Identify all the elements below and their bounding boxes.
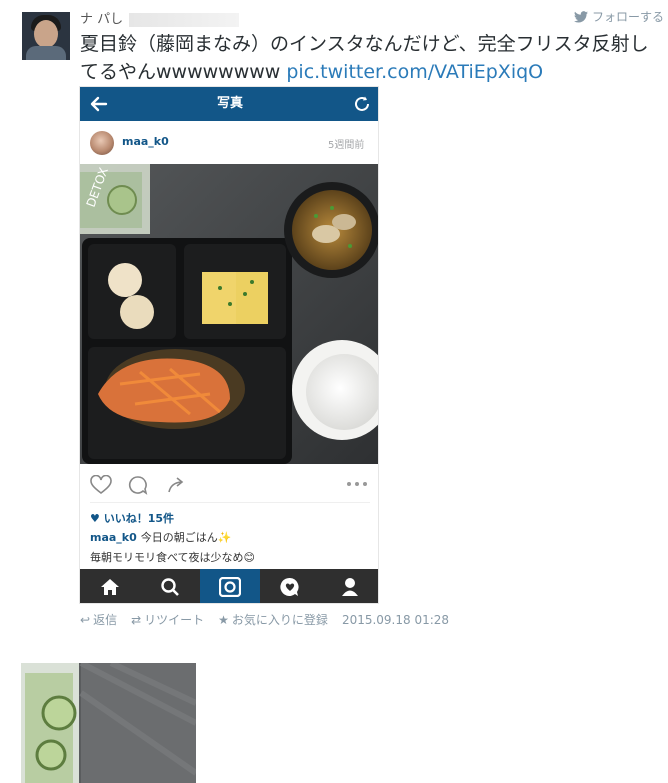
camera-icon: [219, 577, 241, 597]
refresh-icon[interactable]: [352, 94, 372, 114]
timestamp-text: 2015.09.18 01:28: [341, 612, 450, 627]
search-icon: [161, 578, 179, 596]
retweet-icon: ⇄: [131, 612, 142, 627]
post-time: 5週間前: [328, 140, 365, 151]
caption-username[interactable]: maa_k0: [90, 531, 137, 544]
caption-text: 今日の朝ごはん✨: [140, 531, 232, 544]
activity-icon: [280, 577, 299, 596]
profile-icon: [342, 578, 358, 596]
breakfast-photo: DETOX: [80, 164, 378, 464]
retweet-button[interactable]: ⇄ リツイート: [131, 611, 204, 628]
post-actions: [80, 467, 378, 501]
instagram-header: 写真: [80, 87, 378, 121]
tab-camera[interactable]: [200, 569, 260, 603]
tab-profile[interactable]: [320, 569, 378, 603]
post-username[interactable]: maa_k0: [122, 135, 169, 148]
more-icon[interactable]: [346, 481, 368, 487]
instagram-screenshot[interactable]: 写真 maa_k0 5週間前 DETOX ♥ いいね！15件 maa_k0 今日…: [79, 86, 379, 604]
follow-button[interactable]: フォローする: [574, 8, 664, 25]
tab-activity[interactable]: [260, 569, 320, 603]
twitter-bird-icon: [574, 10, 588, 22]
likes-heart-icon: ♥: [90, 512, 104, 525]
instagram-header-title: 写真: [216, 96, 243, 111]
author-name-fragment: ナ パし: [80, 12, 124, 27]
instagram-bottom-nav: [80, 569, 378, 603]
blurred-author-name: [129, 12, 240, 27]
home-icon: [101, 579, 119, 595]
comment-icon[interactable]: [128, 475, 148, 495]
reply-icon: ↩: [80, 612, 91, 627]
tab-search[interactable]: [140, 569, 200, 603]
reply-button[interactable]: ↩ 返信: [80, 611, 117, 628]
post-comment: 毎朝モリモリ食べて夜は少なめ😊: [90, 551, 256, 564]
author-avatar[interactable]: [22, 12, 70, 60]
user-avatar[interactable]: [90, 131, 114, 155]
tweet-text: 夏目鈴（藤岡まなみ）のインスタなんだけど、完全フリスタ反射してるやんwwwwww…: [80, 30, 650, 86]
tweet-actions: ↩ 返信 ⇄ リツイート ★ お気に入りに登録 2015.09.18 01:28: [80, 611, 449, 628]
media-thumbnail[interactable]: [21, 663, 196, 783]
tweet-media-link[interactable]: pic.twitter.com/VATiEpXiqO: [286, 61, 543, 83]
post-caption: maa_k0 今日の朝ごはん✨: [90, 529, 231, 545]
author-name[interactable]: ナ パし: [80, 8, 240, 27]
heart-icon[interactable]: [90, 475, 112, 495]
retweet-label: リツイート: [144, 613, 205, 627]
reply-label: 返信: [93, 613, 118, 627]
share-icon[interactable]: [166, 475, 186, 495]
likes-label: いいね！15件: [103, 512, 175, 525]
follow-label: フォローする: [592, 10, 665, 24]
star-icon: ★: [218, 612, 229, 627]
favorite-label: お気に入りに登録: [231, 613, 328, 627]
likes-count[interactable]: ♥ いいね！15件: [90, 510, 174, 526]
tab-home[interactable]: [80, 569, 140, 603]
post-header: maa_k0 5週間前: [80, 123, 378, 163]
divider: [90, 502, 370, 503]
back-arrow-icon[interactable]: [88, 93, 110, 115]
favorite-button[interactable]: ★ お気に入りに登録: [218, 611, 328, 628]
tweet-timestamp[interactable]: 2015.09.18 01:28: [342, 613, 449, 627]
